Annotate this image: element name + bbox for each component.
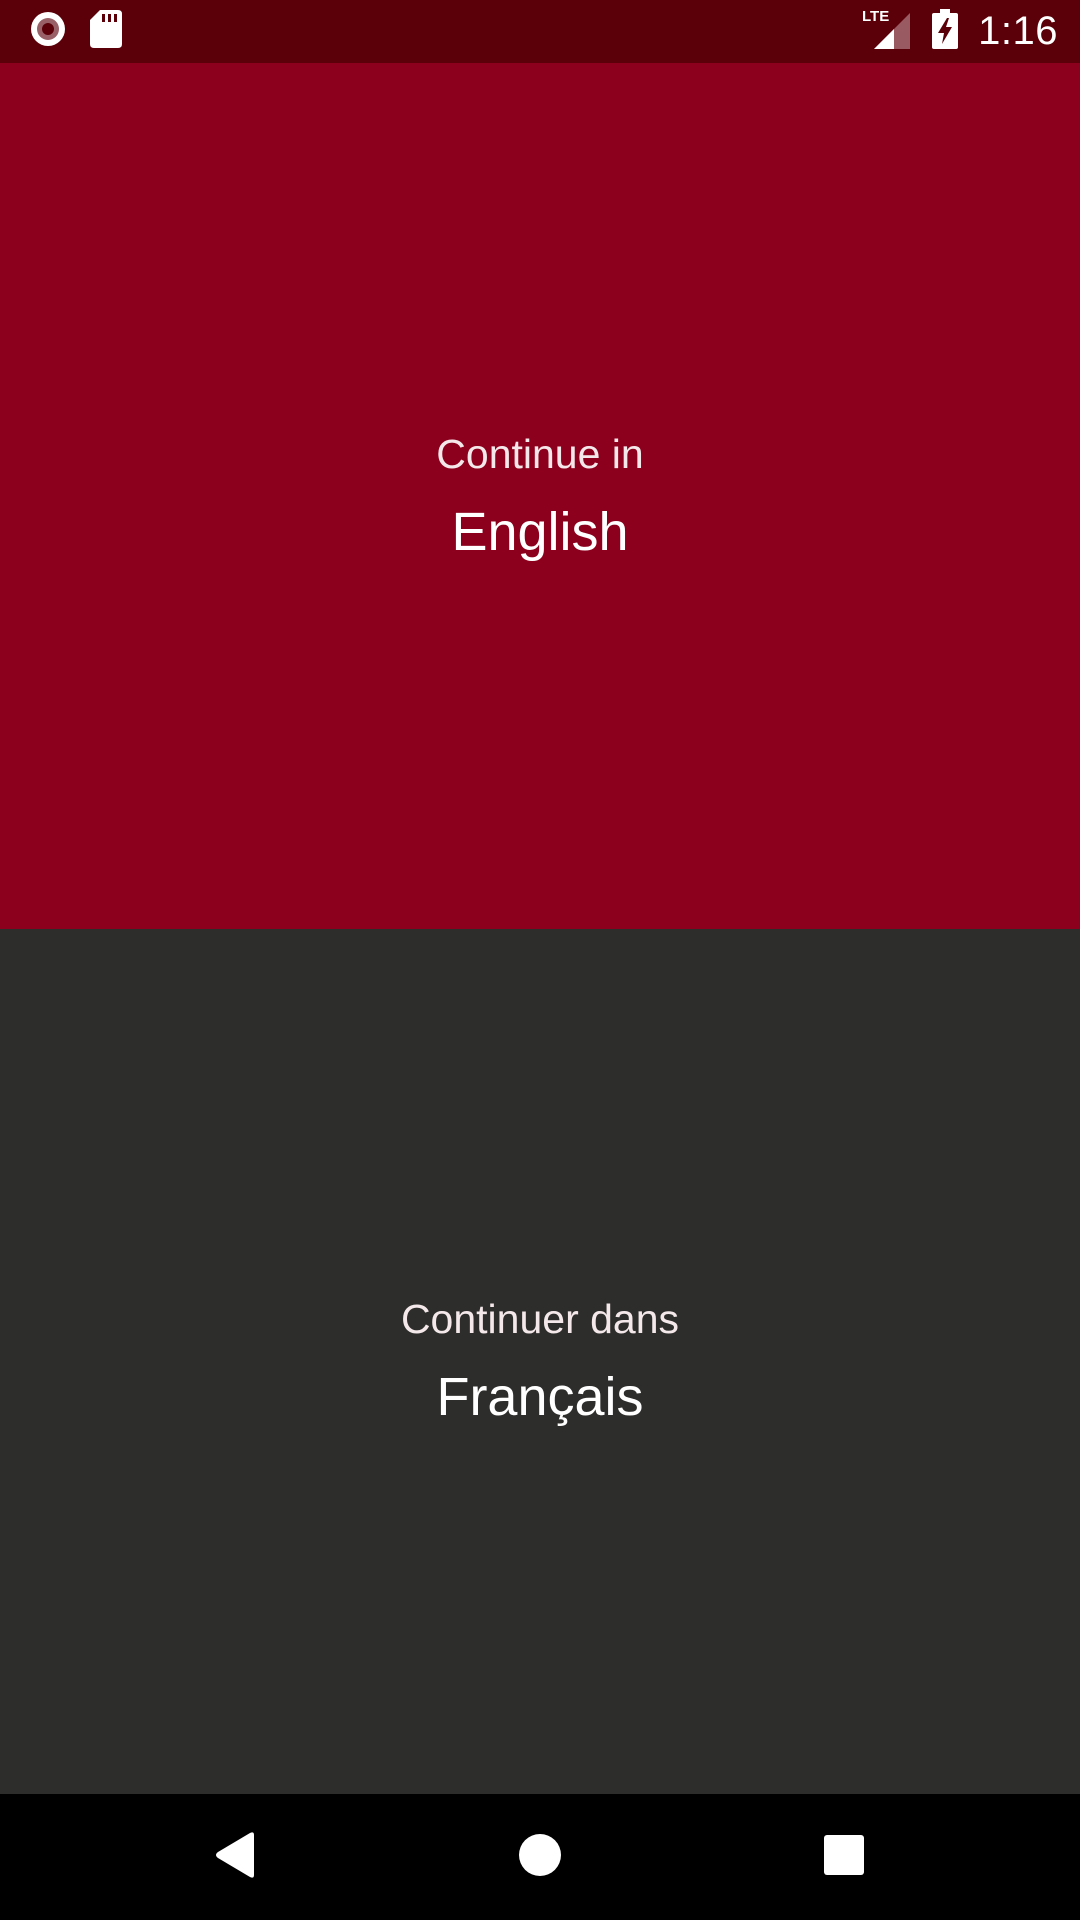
record-icon xyxy=(28,9,68,54)
status-bar-right: LTE 1:16 xyxy=(862,0,1058,63)
clock-time: 1:16 xyxy=(978,9,1058,53)
sd-card-icon xyxy=(90,9,122,53)
continue-french-button[interactable]: Continuer dans Français xyxy=(0,929,1080,1794)
status-bar: LTE 1:16 xyxy=(0,0,1080,63)
back-icon xyxy=(214,1831,258,1884)
recents-icon xyxy=(824,1834,864,1880)
home-button[interactable] xyxy=(460,1794,620,1920)
english-language-label: English xyxy=(451,501,629,562)
status-bar-left xyxy=(28,9,122,54)
network-type-label: LTE xyxy=(862,8,889,25)
french-language-label: Français xyxy=(436,1367,644,1427)
back-button[interactable] xyxy=(156,1794,316,1920)
continuer-dans-label: Continuer dans xyxy=(400,1296,680,1342)
lte-signal-icon: LTE xyxy=(862,7,912,56)
battery-charging-icon xyxy=(932,9,959,54)
continue-in-label: Continue in xyxy=(436,430,644,477)
home-icon xyxy=(518,1833,562,1882)
navigation-bar xyxy=(0,1794,1080,1920)
recents-button[interactable] xyxy=(764,1794,924,1920)
continue-english-button[interactable]: Continue in English xyxy=(0,63,1080,929)
